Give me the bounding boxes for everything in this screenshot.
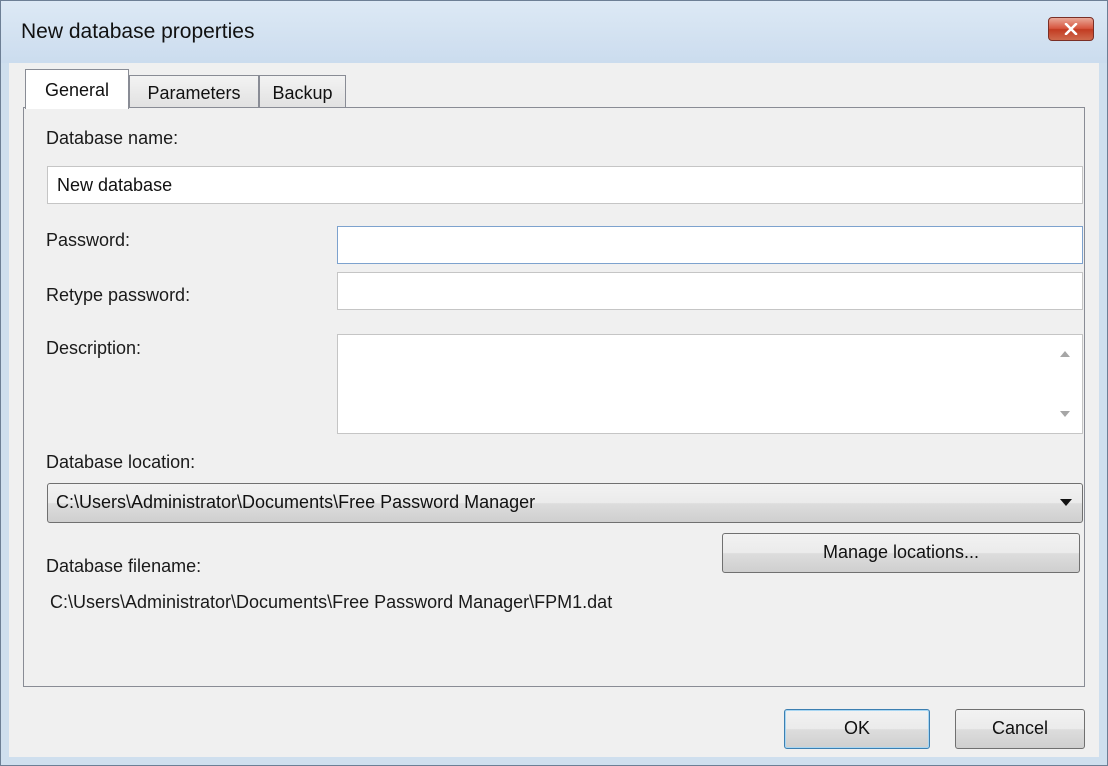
dialog-window: New database properties General Paramete… <box>0 0 1108 766</box>
database-location-select[interactable]: C:\Users\Administrator\Documents\Free Pa… <box>47 483 1083 523</box>
dialog-client-area: General Parameters Backup Database name:… <box>9 63 1099 757</box>
general-tab-panel: Database name: Password: Retype password… <box>23 107 1085 687</box>
scroll-up-button[interactable] <box>1048 339 1082 369</box>
ok-button[interactable]: OK <box>784 709 930 749</box>
cancel-button[interactable]: Cancel <box>955 709 1085 749</box>
database-name-label: Database name: <box>46 128 179 148</box>
database-filename-value: C:\Users\Administrator\Documents\Free Pa… <box>50 592 613 612</box>
database-location-label: Database location: <box>46 452 196 472</box>
password-input[interactable] <box>337 226 1083 264</box>
scroll-up-arrow-icon <box>1060 351 1070 357</box>
database-filename-label: Database filename: <box>46 556 202 576</box>
database-location-value: C:\Users\Administrator\Documents\Free Pa… <box>56 492 536 512</box>
close-button[interactable] <box>1048 17 1094 41</box>
password-label: Password: <box>46 230 131 250</box>
chevron-down-icon <box>1060 499 1072 506</box>
database-name-input[interactable] <box>47 166 1083 204</box>
retype-password-label: Retype password: <box>46 285 191 305</box>
scroll-down-button[interactable] <box>1048 399 1082 429</box>
description-textarea[interactable] <box>337 334 1083 434</box>
tab-general[interactable]: General <box>25 69 129 109</box>
tab-backup[interactable]: Backup <box>259 75 346 108</box>
title-bar[interactable]: New database properties <box>1 1 1107 63</box>
manage-locations-button[interactable]: Manage locations... <box>722 533 1080 573</box>
tab-parameters[interactable]: Parameters <box>129 75 259 108</box>
window-title: New database properties <box>21 20 255 43</box>
retype-password-input[interactable] <box>337 272 1083 310</box>
description-scrollbar[interactable] <box>1048 335 1082 433</box>
close-icon <box>1064 23 1078 35</box>
scroll-down-arrow-icon <box>1060 411 1070 417</box>
description-label: Description: <box>46 338 142 358</box>
